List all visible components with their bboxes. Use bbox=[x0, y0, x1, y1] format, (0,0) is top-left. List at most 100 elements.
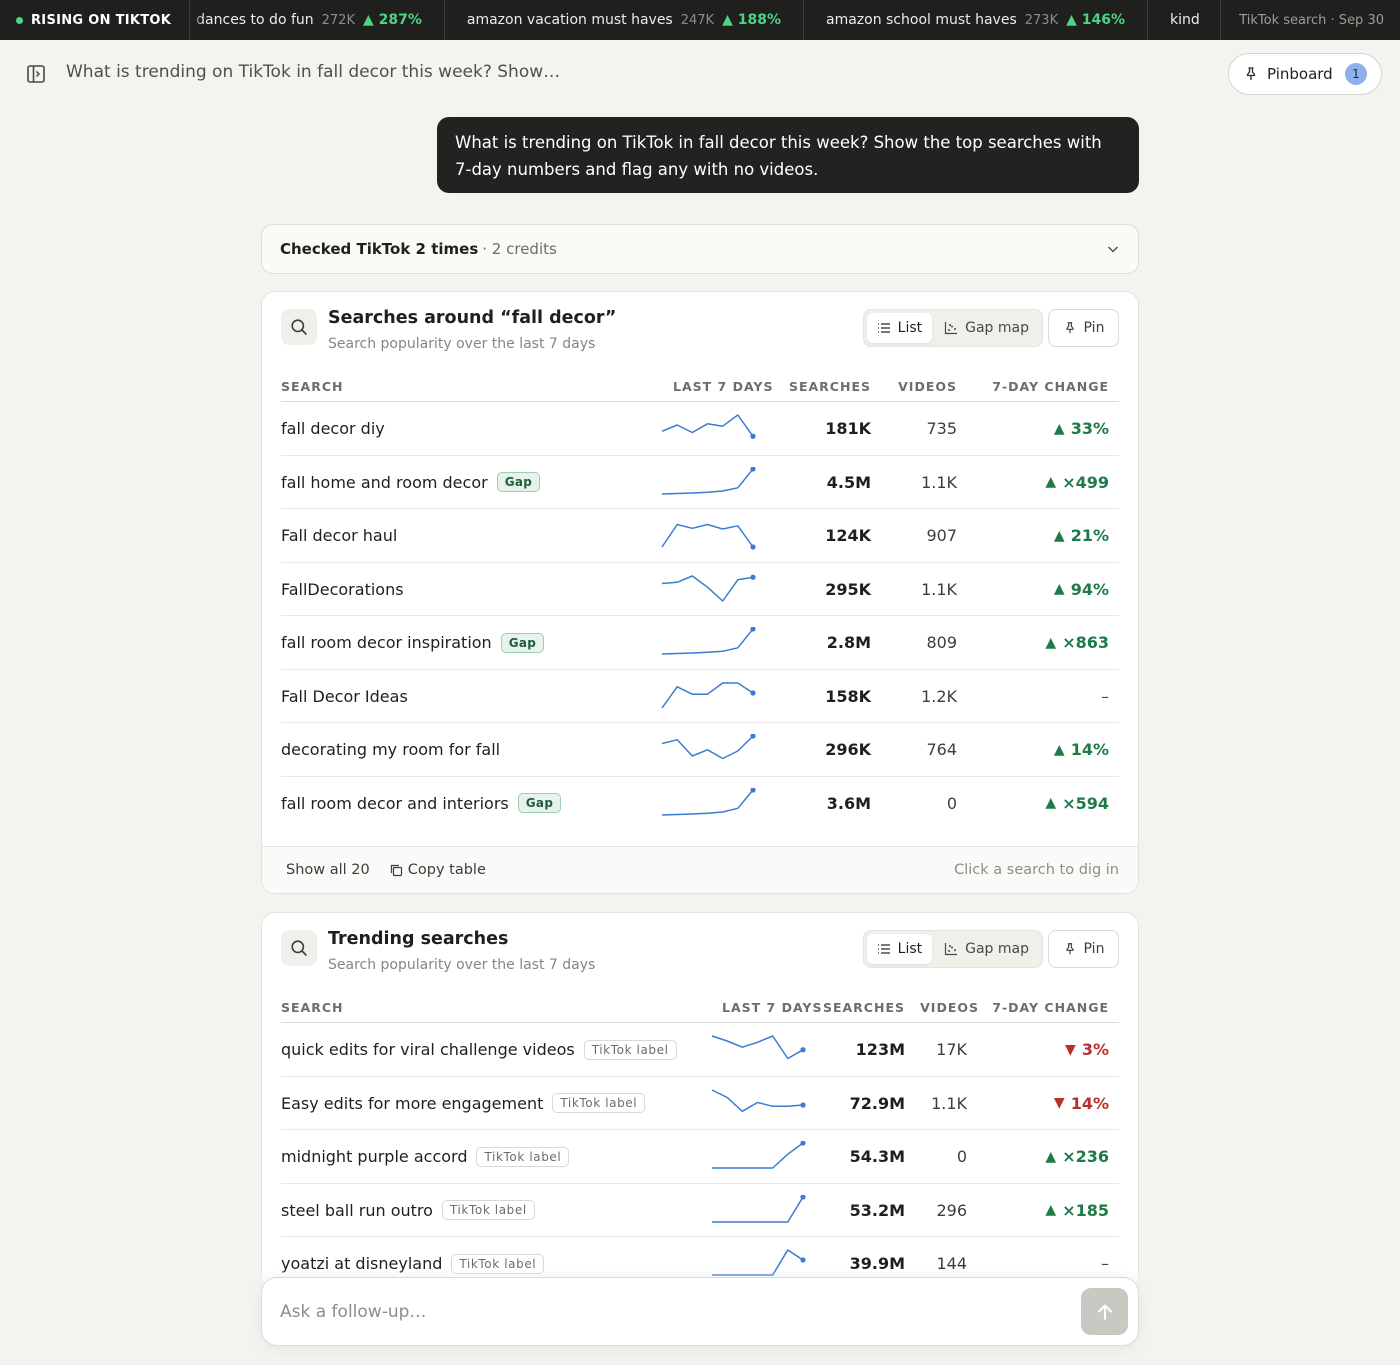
table-row[interactable]: Easy edits for more engagement TikTok lab… bbox=[281, 1077, 1119, 1130]
change-value: ▲ 21% bbox=[1054, 509, 1109, 562]
ticker-item[interactable]: kind bbox=[1148, 0, 1220, 40]
ticker-item-name: kind bbox=[1170, 12, 1200, 28]
chevron-down-icon[interactable] bbox=[1106, 242, 1120, 256]
column-videos: VIDEOS bbox=[898, 379, 957, 394]
change-text: ×499 bbox=[1062, 472, 1109, 492]
sparkline bbox=[661, 681, 756, 708]
card-header: Searches around “fall decor” Search popu… bbox=[262, 292, 1138, 362]
change-text: 33% bbox=[1070, 419, 1109, 438]
table-row[interactable]: midnight purple accord TikTok label 54.3M 0… bbox=[281, 1130, 1119, 1184]
table-row[interactable]: FallDecorations 295K 1.1K ▲ 94% bbox=[281, 563, 1119, 616]
search-icon bbox=[281, 309, 317, 345]
tiktok-label-badge: TikTok label bbox=[552, 1093, 646, 1113]
sparkline-end-dot bbox=[800, 1101, 806, 1108]
search-name-cell: Easy edits for more engagement TikTok lab… bbox=[281, 1077, 646, 1130]
ticker-item-value: 273K bbox=[1024, 12, 1059, 28]
triangle-up-icon: ▲ bbox=[1045, 474, 1057, 490]
searches-value: 295K bbox=[825, 579, 871, 599]
table-row[interactable]: fall decor diy 181K 735 ▲ 33% bbox=[281, 402, 1119, 456]
search-term: decorating my room for fall bbox=[281, 740, 501, 759]
change-text: – bbox=[1101, 686, 1109, 706]
sparkline-path bbox=[661, 414, 754, 437]
gap-map-label: Gap map bbox=[965, 320, 1029, 336]
sidebar-toggle-icon[interactable] bbox=[26, 64, 46, 84]
card-title: Trending searches bbox=[328, 929, 509, 949]
ticker-item[interactable]: dances to do fun 272K ▲ 287% bbox=[190, 0, 445, 40]
pin-button[interactable]: Pin bbox=[1048, 930, 1119, 968]
sparkline-path bbox=[661, 628, 754, 655]
send-button[interactable] bbox=[1081, 1288, 1128, 1335]
sparkline-path bbox=[711, 1035, 804, 1060]
search-name-cell: FallDecorations bbox=[281, 563, 404, 616]
search-name-cell: fall room decor inspiration Gap bbox=[281, 616, 545, 669]
table-row[interactable]: fall home and room decor Gap 4.5M 1.1K ▲ ×499 bbox=[281, 456, 1119, 509]
column-videos: VIDEOS bbox=[920, 1000, 979, 1015]
card-subtitle: Search popularity over the last 7 days bbox=[328, 957, 596, 973]
searches-value: 3.6M bbox=[826, 793, 871, 813]
table-row[interactable]: steel ball run outro TikTok label 53.2M 296… bbox=[281, 1184, 1119, 1237]
change-text: 14% bbox=[1070, 740, 1109, 759]
search-name-cell: quick edits for viral challenge videos Ti… bbox=[281, 1023, 677, 1076]
pin-icon bbox=[1065, 943, 1074, 955]
show-all-button[interactable]: Show all 20 bbox=[286, 862, 370, 878]
arrow-up-icon bbox=[1097, 1304, 1112, 1320]
change-text: 14% bbox=[1070, 1093, 1109, 1113]
ticker-label: RISING ON TIKTOK bbox=[0, 0, 191, 40]
videos-value: 735 bbox=[926, 419, 957, 438]
sparkline-path bbox=[711, 1088, 804, 1112]
gap-map-label: Gap map bbox=[965, 941, 1029, 957]
pin-icon bbox=[1065, 322, 1074, 334]
sparkline bbox=[661, 627, 756, 655]
table-row[interactable]: decorating my room for fall 296K 764 ▲ 14% bbox=[281, 723, 1119, 777]
ticker-item[interactable]: amazon school must haves 273K ▲ 146% bbox=[804, 0, 1148, 40]
ticker-item[interactable]: amazon vacation must haves 247K ▲ 188% bbox=[445, 0, 804, 40]
follow-up-input[interactable] bbox=[280, 1298, 1060, 1326]
change-value: ▲ ×236 bbox=[1045, 1130, 1109, 1183]
ticker-item-value: 247K bbox=[680, 12, 715, 28]
videos-value: 0 bbox=[946, 793, 957, 813]
pinboard-button[interactable]: Pinboard 1 bbox=[1228, 53, 1382, 95]
change-value: ▲ ×499 bbox=[1045, 456, 1109, 509]
sparkline-end-dot bbox=[800, 1047, 806, 1053]
pin-label: Pin bbox=[1083, 320, 1105, 336]
sparkline-end-dot bbox=[750, 689, 756, 696]
gap-map-button[interactable]: Gap map bbox=[934, 313, 1039, 343]
search-name-cell: Fall Decor Ideas bbox=[281, 670, 408, 723]
table-row[interactable]: fall room decor inspiration Gap 2.8M 809 ▲ ×8… bbox=[281, 616, 1119, 670]
change-value: – bbox=[1101, 670, 1109, 723]
tool-calls-summary[interactable]: Checked TikTok 2 times · 2 credits bbox=[261, 224, 1139, 274]
pin-button[interactable]: Pin bbox=[1048, 309, 1119, 347]
list-icon bbox=[877, 323, 890, 333]
triangle-down-icon: ▼ bbox=[1065, 1041, 1076, 1058]
column-last-7-days: LAST 7 DAYS bbox=[722, 1000, 823, 1015]
column-searches: SEARCHES bbox=[822, 1000, 905, 1015]
table-row[interactable]: Fall Decor Ideas 158K 1.2K – bbox=[281, 670, 1119, 723]
ticker-item-name: amazon school must haves bbox=[825, 12, 1017, 28]
table-row[interactable]: quick edits for viral challenge videos Ti… bbox=[281, 1023, 1119, 1077]
searches-value: 2.8M bbox=[826, 633, 871, 652]
triangle-up-icon: ▲ bbox=[1045, 795, 1057, 811]
table-row[interactable]: fall room decor and interiors Gap 3.6M 0 ▲ ×5… bbox=[281, 777, 1119, 831]
search-icon bbox=[281, 930, 317, 966]
change-value: ▼ 3% bbox=[1065, 1023, 1109, 1076]
table-row[interactable]: Fall decor haul 124K 907 ▲ 21% bbox=[281, 509, 1119, 563]
sparkline-end-dot bbox=[750, 544, 756, 550]
related-searches-card: Searches around “fall decor” Search popu… bbox=[261, 291, 1139, 894]
ticker-item-change: ▲ 188% bbox=[722, 12, 781, 28]
live-dot-icon bbox=[16, 16, 23, 24]
footer-hint: Click a search to dig in bbox=[954, 862, 1119, 878]
sparkline bbox=[661, 734, 756, 760]
ticker-item-change: ▲ 146% bbox=[1066, 12, 1125, 28]
sparkline-path bbox=[712, 1142, 804, 1169]
gap-map-button[interactable]: Gap map bbox=[934, 934, 1039, 964]
change-value: ▲ ×185 bbox=[1045, 1184, 1109, 1237]
list-view-label: List bbox=[897, 320, 923, 336]
copy-table-button[interactable]: Copy table bbox=[390, 862, 486, 878]
change-text: ×236 bbox=[1062, 1147, 1109, 1166]
sparkline-path bbox=[661, 789, 754, 816]
list-view-button[interactable]: List bbox=[866, 934, 933, 964]
list-view-button[interactable]: List bbox=[866, 313, 933, 343]
sparkline bbox=[711, 1088, 806, 1112]
searches-value: 54.3M bbox=[849, 1147, 905, 1166]
table-body: fall decor diy 181K 735 ▲ 33% fall home and r… bbox=[262, 402, 1138, 830]
